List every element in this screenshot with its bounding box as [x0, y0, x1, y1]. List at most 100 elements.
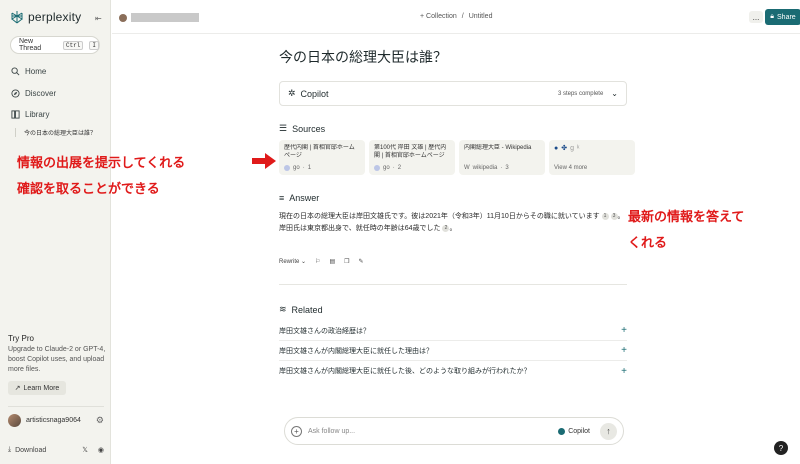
share-button[interactable]: 🔒︎ Share [765, 9, 800, 25]
answer-sentence-end: 。 [449, 225, 457, 232]
thread-title[interactable]: Untitled [469, 13, 493, 20]
follow-up-input[interactable]: Ask follow up... [308, 428, 552, 435]
plus-icon: + [621, 345, 627, 356]
source-meta: go · 1 [284, 165, 311, 171]
view-more-label: View 4 more [554, 165, 588, 171]
related-question: 岸田文雄さんが内閣総理大臣に就任した理由は？ [279, 347, 433, 355]
source-card[interactable]: 内閣総理大臣 - Wikipedia W wikipedia · 3 [459, 140, 545, 175]
learn-more-label: Learn More [23, 384, 60, 392]
source-title: 内閣総理大臣 - Wikipedia [464, 145, 532, 151]
copy-icon[interactable]: ❐ [344, 258, 349, 265]
header-user[interactable] [119, 13, 199, 22]
chevron-down-icon[interactable]: ⌄ [611, 89, 618, 98]
logo[interactable]: perplexity [10, 10, 81, 24]
clipboard-icon[interactable]: ▤ [329, 258, 335, 265]
copilot-toggle[interactable]: Copilot [558, 427, 590, 435]
annotation-right: 最新の情報を答えて くれる [628, 204, 744, 256]
source-site: go [383, 165, 390, 171]
source-site: wikipedia [472, 165, 498, 171]
citation-badge[interactable]: 1 [601, 212, 609, 220]
layers-icon: ≋ [279, 304, 287, 314]
related-item[interactable]: 岸田文雄さんの政治経歴は？ + [279, 321, 627, 341]
source-title: 歴代内閣 | 首相官邸ホームページ [284, 145, 355, 159]
more-options-button[interactable]: ... [749, 11, 763, 23]
related-heading: ≋ Related [279, 304, 323, 315]
plus-icon: + [621, 365, 627, 377]
toggle-dot [558, 427, 566, 435]
attach-plus-icon[interactable]: + [291, 425, 302, 437]
external-link-icon: ↗ [14, 385, 21, 392]
sidebar: perplexity ⇤ New Thread Ctrl I Home Disc… [0, 0, 111, 464]
source-number: 2 [397, 165, 402, 171]
more-source-icons: ● ✤ ɡ ᵏ [554, 144, 630, 153]
library-thread-link[interactable]: 今の日本の総理大臣は誰？ [15, 128, 96, 137]
sources-label: Sources [292, 123, 326, 134]
site-icon: ᵏ [577, 144, 580, 152]
flag-icon[interactable]: ⚐ [315, 258, 320, 265]
source-title: 第100代 岸田 文雄 | 歴代内閣 | 首相官邸ホームページ [374, 145, 447, 159]
help-button[interactable]: ? [774, 441, 788, 455]
user-profile[interactable]: artisticsnaga9064 ⚙ [8, 414, 104, 427]
sidebar-item-discover[interactable]: Discover [11, 89, 56, 98]
related-question: 岸田文雄さんの政治経歴は？ [279, 327, 370, 335]
brand-name: perplexity [28, 10, 82, 24]
username: artisticsnaga9064 [26, 417, 81, 424]
site-icon: ● [554, 144, 559, 152]
answer-label: Answer [289, 193, 320, 203]
edit-icon[interactable]: ✎ [359, 258, 364, 265]
send-button[interactable]: ↑ [600, 422, 617, 440]
site-icon: ✤ [561, 145, 568, 152]
download-row: ⤓ Download 𝕏 ◉ [8, 446, 104, 454]
library-icon [11, 110, 20, 119]
related-item[interactable]: 岸田文雄さんが内閣総理大臣に就任した後、どのような取り組みが行われたか？ + [279, 361, 627, 381]
avatar [119, 13, 127, 22]
sidebar-item-library[interactable]: Library [11, 110, 49, 119]
annotation-text: 最新の情報を答えて [628, 209, 745, 224]
discord-icon[interactable]: ◉ [98, 446, 104, 454]
collapse-sidebar-icon[interactable]: ⇤ [95, 14, 102, 23]
redacted-name [131, 13, 199, 22]
related-list: 岸田文雄さんの政治経歴は？ + 岸田文雄さんが内閣総理大臣に就任した理由は？ +… [279, 321, 627, 381]
answer-text: 現在の日本の総理大臣は岸田文雄氏です。彼は2021年（令和3年）11月10日から… [279, 211, 627, 235]
sidebar-divider [8, 406, 104, 407]
plus-icon: + [621, 325, 627, 336]
red-arrow-icon [252, 153, 276, 169]
rewrite-label: Rewrite [279, 259, 300, 265]
copilot-label: Copilot [300, 88, 329, 99]
question-title: 今の日本の総理大臣は誰？ [279, 49, 447, 65]
source-site: go [293, 165, 300, 171]
shortcut-key-i: I [89, 40, 99, 50]
source-card[interactable]: 第100代 岸田 文雄 | 歴代内閣 | 首相官邸ホームページ go · 2 [369, 140, 455, 175]
related-item[interactable]: 岸田文雄さんが内閣総理大臣に就任した理由は？ + [279, 341, 627, 361]
rewrite-button[interactable]: Rewrite ⌄ [279, 258, 306, 265]
view-more-sources-card[interactable]: ● ✤ ɡ ᵏ View 4 more [549, 140, 635, 175]
compass-icon [11, 89, 20, 98]
sidebar-item-home[interactable]: Home [11, 67, 46, 76]
try-pro-body: Upgrade to Claude-2 or GPT-4, boost Copi… [8, 346, 106, 373]
download-icon: ⤓ [8, 446, 12, 453]
annotation-left: 情報の出展を提示してくれる 確認を取ることができる [17, 150, 185, 202]
related-question: 岸田文雄さんが内閣総理大臣に就任した後、どのような取り組みが行われたか？ [279, 368, 531, 375]
copilot-header: ✲ Copilot [288, 88, 558, 99]
download-link[interactable]: Download [15, 447, 46, 454]
follow-up-bar: + Ask follow up... Copilot ↑ [284, 417, 624, 445]
x-twitter-icon[interactable]: 𝕏 [82, 446, 88, 454]
answer-icon: ≡ [279, 193, 285, 203]
source-card[interactable]: 歴代内閣 | 首相官邸ホームページ go · 1 [279, 140, 365, 175]
add-collection-link[interactable]: + Collection [420, 13, 457, 20]
learn-more-button[interactable]: ↗ Learn More [8, 381, 66, 395]
shortcut-key-ctrl: Ctrl [62, 40, 84, 50]
copilot-status: 3 steps complete [557, 90, 604, 97]
annotation-text: くれる [628, 235, 668, 250]
copilot-panel[interactable]: ✲ Copilot 3 steps complete ⌄ [279, 81, 627, 106]
breadcrumb: + Collection / Untitled [420, 13, 492, 20]
answer-heading: ≡ Answer [279, 193, 319, 203]
sources-icon: ☰ [279, 123, 288, 133]
gear-icon[interactable]: ⚙ [96, 415, 104, 426]
new-thread-button[interactable]: New Thread Ctrl I [10, 36, 100, 54]
annotation-text: 確認を取ることができる [17, 181, 160, 196]
breadcrumb-separator: / [461, 13, 464, 20]
citation-badge[interactable]: 3 [610, 212, 618, 220]
related-label: Related [291, 304, 323, 315]
site-icon [374, 165, 380, 171]
